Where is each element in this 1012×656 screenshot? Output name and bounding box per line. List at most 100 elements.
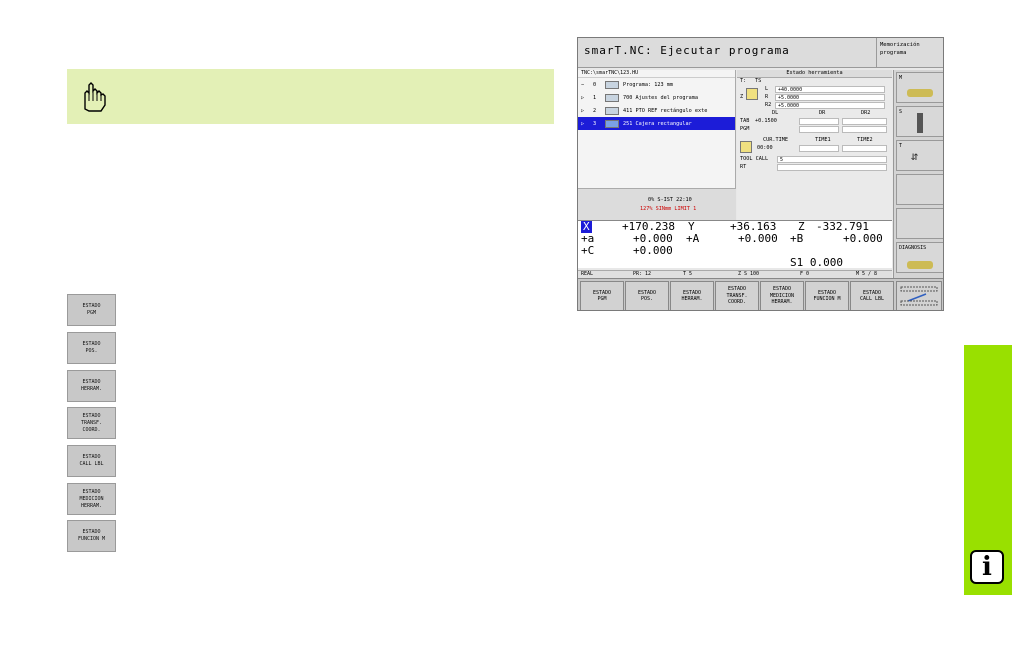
l-value: +40.0000 xyxy=(775,86,885,93)
tree-number: 3 xyxy=(593,120,597,127)
tree-row[interactable]: − 0 Programa: 123 mm xyxy=(578,78,735,91)
cur-time-value: 00:00 xyxy=(757,145,773,151)
tree-row[interactable]: ▷ 2 411 PTO REF rectángulo exte xyxy=(578,104,735,117)
tool-call-row: TOOL CALL 5 xyxy=(737,156,892,164)
feed-indicator: F 0 xyxy=(800,271,810,277)
pocket-icon xyxy=(605,119,619,128)
tree-expander[interactable]: ▷ xyxy=(581,108,593,114)
dr2-label: DR2 xyxy=(861,110,871,116)
pgm-label: PGM xyxy=(740,126,750,132)
tnc-screen: smarT.NC: Ejecutar programa Memorización… xyxy=(577,37,944,311)
softkey-estado-pgm[interactable]: ESTADO PGM xyxy=(67,294,116,326)
tree-expander[interactable]: − xyxy=(581,82,593,88)
softkey-estado-transf-coord[interactable]: ESTADO TRANSF. COORD. xyxy=(67,407,116,439)
position-row: +C +0.000 xyxy=(578,245,892,257)
mode-indicator: REAL xyxy=(581,271,594,277)
tree-number: 1 xyxy=(593,94,597,101)
tree-label: 251 Cajera rectangular xyxy=(623,120,692,127)
settings-icon xyxy=(605,93,619,102)
softkey-estado-herram[interactable]: ESTADO HERRAM. xyxy=(670,281,714,310)
softkey-estado-medicion-herram[interactable]: ESTADO MEDICION HERRAM. xyxy=(760,281,804,310)
z-label: Z xyxy=(740,94,744,100)
softkey-bar-icon xyxy=(900,286,938,306)
rectangle-icon xyxy=(605,106,619,115)
time-header-row: CUR.TIME TIME1 TIME2 xyxy=(737,137,892,145)
softkey-scroll[interactable] xyxy=(896,281,942,310)
side-key-m[interactable]: M xyxy=(896,72,943,103)
tab-value: +0.1500 xyxy=(755,118,777,124)
softkey-estado-transf-coord[interactable]: ESTADO TRANSF. COORD. xyxy=(715,281,759,310)
t-label: T: xyxy=(740,78,747,84)
pgm-row: PGM xyxy=(737,126,892,134)
softkey-estado-pos[interactable]: ESTADO POS. xyxy=(67,332,116,364)
spindle-value: S1 0.000 xyxy=(790,256,843,269)
time2-cell xyxy=(842,145,887,152)
axis-value: +0.000 xyxy=(633,244,673,257)
softkey-estado-pgm[interactable]: ESTADO PGM xyxy=(580,281,624,310)
rt-row: RT xyxy=(737,164,892,172)
spindle-row: S1 0.000 xyxy=(578,257,892,269)
tool-call-label: TOOL CALL xyxy=(740,156,769,162)
screen-title: smarT.NC: Ejecutar programa xyxy=(578,38,876,68)
time2-label: TIME2 xyxy=(857,137,873,143)
preset-indicator: PR: 12 xyxy=(633,271,652,277)
tool-status-panel: Estado herramienta T: TS L +40.0000 Z R … xyxy=(737,70,892,220)
spindle-icon xyxy=(917,113,923,133)
softkey-estado-call-lbl[interactable]: ESTADO CALL LBL xyxy=(850,281,894,310)
pgm-dr-cell xyxy=(799,126,839,133)
position-row: +a +0.000 +A +0.000 +B +0.000 xyxy=(578,233,892,245)
side-key-empty-1[interactable] xyxy=(896,174,943,205)
tab-row: TAB +0.1500 xyxy=(737,118,892,126)
softkey-estado-medicion-herram[interactable]: ESTADO MEDICION HERRAM. xyxy=(67,483,116,515)
softkey-estado-pos[interactable]: ESTADO POS. xyxy=(625,281,669,310)
clock-icon xyxy=(740,141,752,153)
tree-row[interactable]: ▷ 1 700 Ajustes del programa xyxy=(578,91,735,104)
tool-indicator: T 5 xyxy=(683,271,693,277)
program-path: TNC:\smarTNC\123.HU xyxy=(578,70,735,78)
side-key-t[interactable]: T ⇵ xyxy=(896,140,943,171)
tool-axis-icon: ⇵ xyxy=(911,149,919,163)
tree-expander[interactable]: ▷ xyxy=(581,121,593,127)
tool-r2-row: R2 +5.0000 xyxy=(737,102,892,110)
r-label: R xyxy=(765,94,769,100)
machine-status-box: 0% S-IST 22:10 127% SINmm LIMIT 1 xyxy=(578,188,736,220)
mode-label: Memorización programa xyxy=(876,38,943,68)
softkey-estado-funcion-m[interactable]: ESTADO FUNCION M xyxy=(67,520,116,552)
program-icon xyxy=(605,80,619,89)
side-key-label: DIAGNOSIS xyxy=(899,245,927,251)
time1-cell xyxy=(799,145,839,152)
time1-label: TIME1 xyxy=(815,137,831,143)
side-key-label: M xyxy=(899,75,903,81)
status-line-2: 127% SINmm LIMIT 1 xyxy=(640,206,697,212)
tree-label: Programa: 123 mm xyxy=(623,81,673,88)
note-box xyxy=(67,69,554,124)
rt-label: RT xyxy=(740,164,747,170)
tree-expander[interactable]: ▷ xyxy=(581,95,593,101)
pgm-dr2-cell xyxy=(842,126,887,133)
tool-number-row: T: TS xyxy=(737,78,892,86)
delta-header-row: DL DR DR2 xyxy=(737,110,892,118)
dr-cell xyxy=(799,118,839,125)
vertical-softkey-bar: M S T ⇵ DIAGNOSIS xyxy=(893,70,943,301)
tree-row-selected[interactable]: ▷ 3 251 Cajera rectangular xyxy=(578,117,735,130)
pointing-hand-icon xyxy=(84,82,106,112)
info-icon: i xyxy=(970,550,1004,584)
chapter-tab: i xyxy=(964,345,1012,595)
axis-label: +A xyxy=(686,232,700,245)
softkey-estado-herram[interactable]: ESTADO HERRAM. xyxy=(67,370,116,402)
status-line-1: 0% S-IST 22:10 xyxy=(648,197,692,203)
softkey-estado-call-lbl[interactable]: ESTADO CALL LBL xyxy=(67,445,116,477)
r2-label: R2 xyxy=(765,102,772,108)
time-value-row: 00:00 xyxy=(737,141,892,153)
tree-number: 0 xyxy=(593,81,597,88)
diagnosis-icon xyxy=(907,261,933,269)
axis-label: +B xyxy=(790,232,804,245)
side-key-label: S xyxy=(899,109,903,115)
softkey-estado-funcion-m[interactable]: ESTADO FUNCION M xyxy=(805,281,849,310)
side-key-empty-2[interactable] xyxy=(896,208,943,239)
tree-number: 2 xyxy=(593,107,597,114)
tree-label: 700 Ajustes del programa xyxy=(623,94,698,101)
side-key-diagnosis[interactable]: DIAGNOSIS xyxy=(896,242,943,273)
side-key-s[interactable]: S xyxy=(896,106,943,137)
m-function-icon xyxy=(907,89,933,97)
